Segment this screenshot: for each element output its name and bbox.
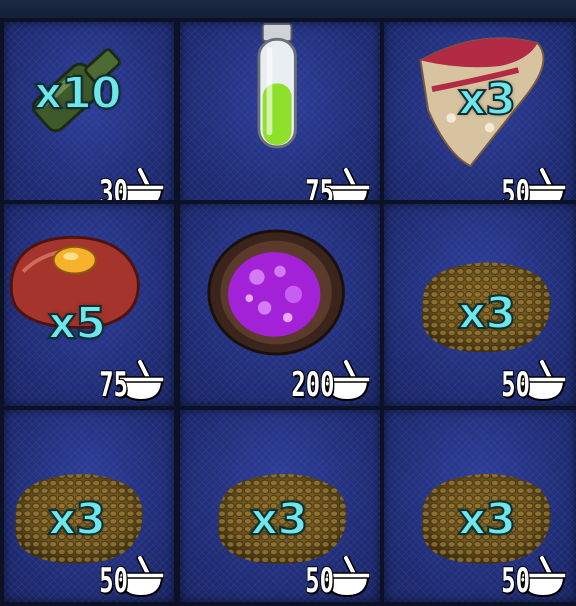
item-slot[interactable]: x10 30 bbox=[0, 18, 178, 218]
item-slot[interactable]: x3 50 bbox=[0, 406, 178, 606]
quantity-label: x3 bbox=[457, 493, 517, 546]
cost-display: 50 bbox=[293, 556, 370, 598]
cost-display: 50 bbox=[489, 556, 566, 598]
item-slot[interactable]: x3 50 bbox=[176, 406, 384, 606]
item-slot[interactable]: x3 50 bbox=[380, 406, 576, 606]
item-slot[interactable]: x5 75 bbox=[0, 200, 178, 410]
cost-value: 200 bbox=[291, 365, 334, 405]
cost-value: 75 bbox=[99, 365, 128, 405]
cost-value: 50 bbox=[99, 561, 128, 601]
quantity-label: x5 bbox=[47, 297, 107, 350]
cost-display: 50 bbox=[489, 360, 566, 402]
cost-display: 200 bbox=[273, 360, 370, 402]
cost-value: 50 bbox=[305, 561, 334, 601]
item-grid: x10 30 75 x3 50 x5 75 200 x3 50 x3 50 x3… bbox=[0, 18, 576, 606]
quantity-label: x3 bbox=[457, 73, 517, 126]
cost-display: 50 bbox=[87, 556, 164, 598]
quantity-label: x3 bbox=[457, 287, 517, 340]
cost-value: 50 bbox=[501, 365, 530, 405]
quantity-label: x3 bbox=[47, 493, 107, 546]
item-slot[interactable]: x3 50 bbox=[380, 18, 576, 218]
cost-value: 50 bbox=[501, 561, 530, 601]
quantity-label: x10 bbox=[33, 67, 123, 120]
item-slot[interactable]: 75 bbox=[176, 18, 384, 218]
quantity-label: x3 bbox=[249, 493, 309, 546]
item-slot[interactable]: 200 bbox=[176, 200, 384, 410]
cost-display: 75 bbox=[87, 360, 164, 402]
item-slot[interactable]: x3 50 bbox=[380, 200, 576, 410]
